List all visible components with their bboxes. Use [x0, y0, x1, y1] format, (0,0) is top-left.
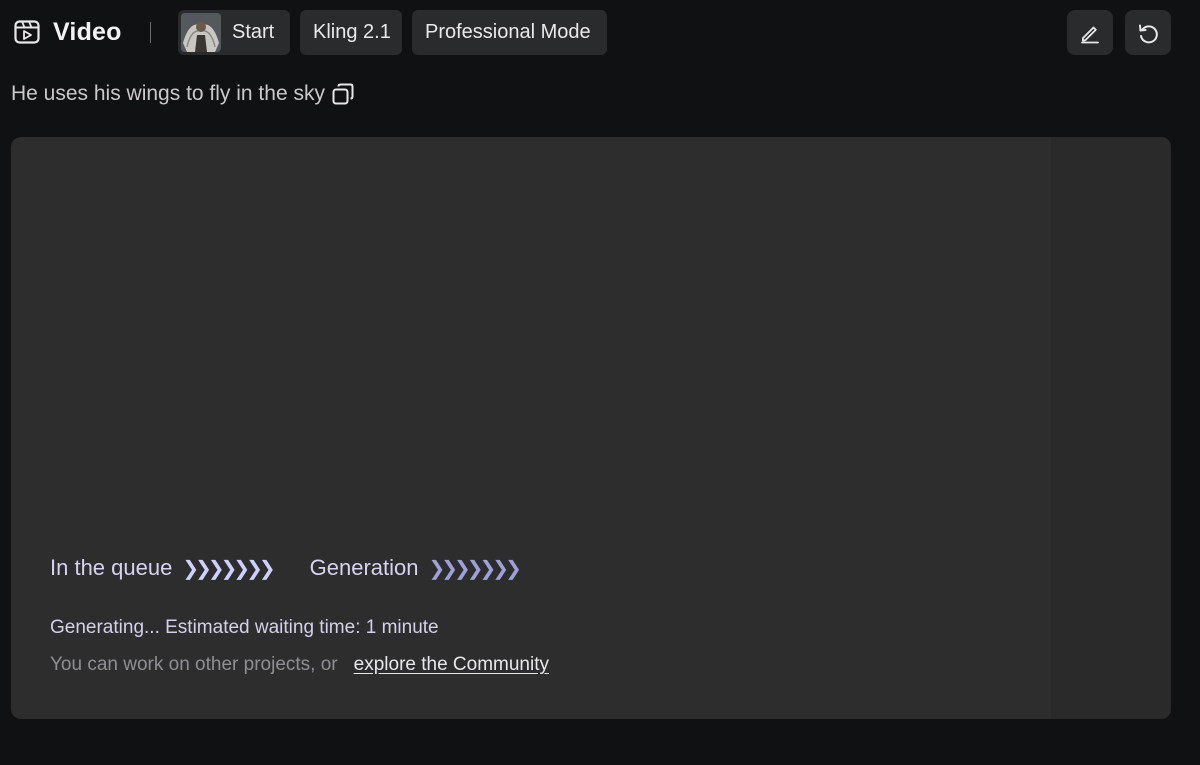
header-divider — [150, 22, 151, 43]
preview-side-panel — [1051, 137, 1171, 719]
edit-icon — [1081, 26, 1099, 43]
hint-line: You can work on other projects, or explo… — [50, 654, 549, 676]
progress-stages: In the queue ❯❯❯❯❯❯❯ Generation ❯❯❯❯❯❯❯ — [50, 555, 522, 581]
app-title: Video — [53, 18, 122, 46]
video-preview-card: In the queue ❯❯❯❯❯❯❯ Generation ❯❯❯❯❯❯❯ … — [11, 137, 1171, 719]
header-bar: Video Start Kling 2.1 Professional Mode — [0, 0, 1200, 64]
edit-button[interactable] — [1067, 10, 1113, 55]
copy-icon[interactable] — [331, 82, 355, 106]
stage-queue: In the queue — [50, 555, 173, 580]
mode-chip[interactable]: Professional Mode — [412, 10, 607, 55]
stage-generation: Generation — [309, 555, 419, 580]
generation-status: Generating... Estimated waiting time: 1 … — [50, 617, 439, 638]
explore-community-link[interactable]: explore the Community — [354, 654, 549, 676]
start-chip-label: Start — [232, 21, 275, 43]
video-icon — [14, 20, 40, 44]
start-frame-chip[interactable]: Start — [178, 10, 290, 55]
prompt-text: He uses his wings to fly in the sky — [11, 82, 325, 105]
queue-chevrons: ❯❯❯❯❯❯❯ — [182, 557, 275, 580]
undo-icon — [1139, 24, 1158, 43]
regenerate-button[interactable] — [1125, 10, 1171, 55]
prompt-row: He uses his wings to fly in the sky — [11, 79, 355, 109]
winged-figure-thumbnail — [181, 13, 221, 52]
model-chip[interactable]: Kling 2.1 — [300, 10, 402, 55]
generation-chevrons: ❯❯❯❯❯❯❯ — [428, 557, 522, 580]
hint-text: You can work on other projects, or — [50, 654, 338, 675]
